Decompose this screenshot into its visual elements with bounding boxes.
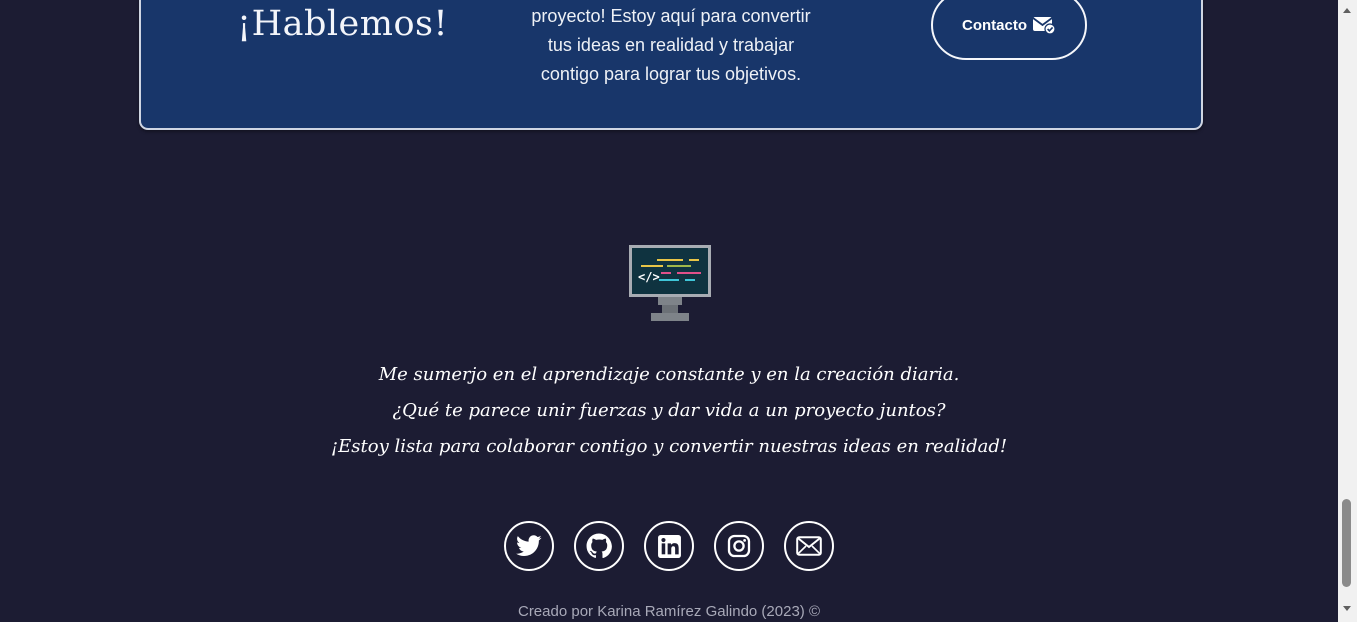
contact-banner: ¡Hablemos! proyecto! Estoy aquí para con… [139, 0, 1203, 130]
linkedin-link[interactable] [644, 521, 694, 571]
banner-title: ¡Hablemos! [237, 4, 449, 44]
social-links [504, 521, 834, 571]
banner-text-line: contigo para lograr tus objetivos. [540, 64, 802, 84]
scroll-down-arrow-icon[interactable] [1343, 606, 1351, 611]
quote-line: ¿Qué te parece unir fuerzas y dar vida a… [392, 400, 946, 421]
page: ¡Hablemos! proyecto! Estoy aquí para con… [0, 0, 1338, 622]
quote-line: ¡Estoy lista para colaborar contigo y co… [330, 436, 1008, 457]
vertical-scrollbar[interactable] [1338, 0, 1357, 622]
contact-button-label: Contacto [962, 16, 1027, 34]
mail-icon [796, 536, 822, 556]
banner-text-line: proyecto! Estoy aquí para convertir [531, 6, 811, 26]
twitter-icon [516, 535, 542, 556]
instagram-icon [727, 534, 751, 558]
github-icon [586, 533, 612, 559]
contact-button[interactable]: Contacto [931, 0, 1087, 60]
quote-line: Me sumerjo en el aprendizaje constante y… [378, 364, 960, 385]
banner-text: proyecto! Estoy aquí para convertir tus … [501, 2, 841, 89]
banner-text-line: tus ideas en realidad y trabajar [547, 35, 795, 55]
linkedin-icon [657, 534, 681, 558]
envelope-check-icon [1032, 15, 1056, 35]
twitter-link[interactable] [504, 521, 554, 571]
scroll-up-arrow-icon[interactable] [1343, 8, 1351, 13]
github-link[interactable] [574, 521, 624, 571]
footer-quote: Me sumerjo en el aprendizaje constante y… [0, 357, 1338, 465]
mail-link[interactable] [784, 521, 834, 571]
code-monitor-icon: </> [629, 245, 711, 323]
footer-credits: Creado por Karina Ramírez Galindo (2023)… [517, 603, 821, 620]
svg-text:</>: </> [638, 270, 660, 284]
instagram-link[interactable] [714, 521, 764, 571]
scrollbar-thumb[interactable] [1342, 499, 1351, 587]
